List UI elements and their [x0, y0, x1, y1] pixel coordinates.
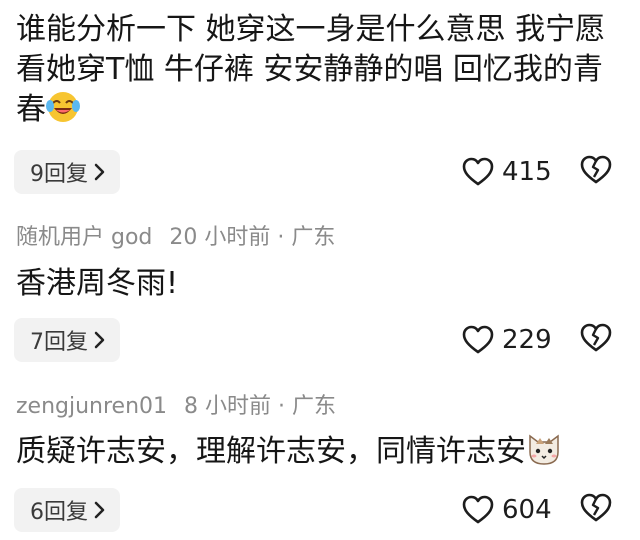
comment-meta: zengjunren01 8 小时前 · 广东 — [16, 393, 336, 421]
like-count: 415 — [502, 157, 552, 187]
replies-button[interactable]: 6回复 — [14, 488, 120, 532]
chevron-right-icon — [94, 163, 106, 181]
replies-button[interactable]: 7回复 — [14, 318, 120, 362]
broken-heart-icon — [580, 155, 612, 189]
timestamp: 20 小时前 — [169, 225, 271, 250]
heart-icon — [462, 325, 494, 355]
location: 广东 — [291, 225, 336, 250]
like-button[interactable]: 229 — [462, 318, 552, 362]
replies-label: 7回复 — [30, 330, 88, 355]
comment-text: 香港周冬雨! — [16, 266, 179, 301]
comment-text: 质疑许志安，理解许志安，同情许志安 — [16, 432, 626, 477]
like-button[interactable]: 415 — [462, 150, 552, 194]
heart-icon — [462, 157, 494, 187]
cat-face-emoji — [526, 432, 562, 477]
dislike-button[interactable] — [580, 150, 612, 194]
like-button[interactable]: 604 — [462, 488, 552, 532]
heart-icon — [462, 495, 494, 525]
replies-label: 9回复 — [30, 162, 88, 187]
replies-label: 6回复 — [30, 500, 88, 525]
meta-separator: · — [277, 225, 285, 250]
chevron-right-icon — [94, 501, 106, 519]
meta-separator: · — [278, 394, 286, 419]
timestamp: 8 小时前 — [184, 394, 272, 419]
broken-heart-icon — [580, 493, 612, 527]
like-count: 229 — [502, 325, 552, 355]
comment-meta: 随机用户 god 20 小时前 · 广东 — [16, 224, 335, 252]
broken-heart-icon — [580, 323, 612, 357]
chevron-right-icon — [94, 331, 106, 349]
laughing-crying-emoji — [46, 90, 80, 135]
like-count: 604 — [502, 495, 552, 525]
location: 广东 — [292, 394, 337, 419]
username[interactable]: zengjunren01 — [16, 394, 167, 419]
dislike-button[interactable] — [580, 318, 612, 362]
username[interactable]: 随机用户 god — [16, 225, 152, 250]
replies-button[interactable]: 9回复 — [14, 150, 120, 194]
dislike-button[interactable] — [580, 488, 612, 532]
comment-text: 谁能分析一下 她穿这一身是什么意思 我宁愿看她穿T恤 牛仔裤 安安静静的唱 回忆… — [16, 10, 626, 135]
